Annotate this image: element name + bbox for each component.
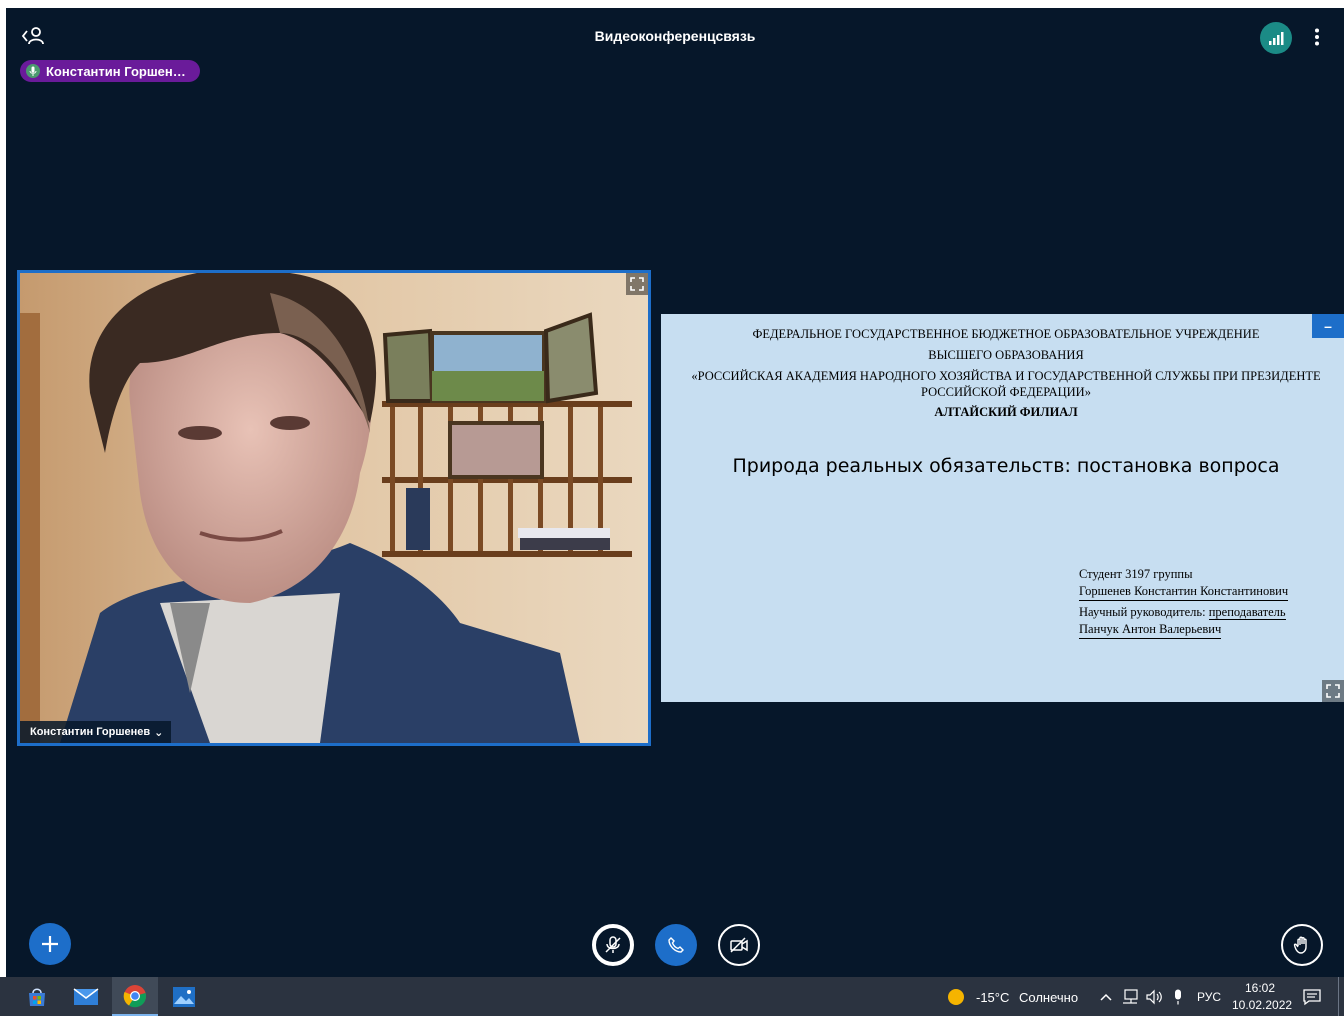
slide-header-line4: АЛТАЙСКИЙ ФИЛИАЛ (934, 405, 1078, 419)
slide-student-group: Студент 3197 группы (1079, 567, 1193, 581)
clock-time[interactable]: 16:02 (1245, 981, 1275, 995)
camera-off-icon (730, 937, 748, 953)
expand-icon (1326, 684, 1340, 698)
share-webcam-button[interactable] (718, 924, 760, 966)
photos-icon (173, 986, 195, 1007)
taskbar-app-photos[interactable] (161, 977, 207, 1016)
show-hidden-icons-button[interactable] (1096, 987, 1116, 1007)
signal-bars-icon (1269, 32, 1284, 45)
taskbar-app-mail[interactable] (63, 977, 109, 1016)
leave-audio-button[interactable] (655, 924, 697, 966)
minimize-presentation-button[interactable]: – (1312, 314, 1344, 338)
sun-icon (948, 989, 964, 1005)
speaker-icon (1146, 989, 1162, 1005)
raise-hand-button[interactable] (1281, 924, 1323, 966)
slide-advisor-title: преподаватель (1208, 605, 1286, 620)
microphone-muted-icon (605, 936, 621, 953)
slide-header-line1: ФЕДЕРАЛЬНОЕ ГОСУДАРСТВЕННОЕ БЮДЖЕТНОЕ ОБ… (752, 327, 1260, 341)
talker-name: Константин Горшен… (46, 63, 186, 79)
slide-advisor-label: Научный руководитель: (1079, 605, 1209, 619)
network-icon (1123, 989, 1138, 1004)
show-desktop-button[interactable] (1338, 977, 1344, 1016)
options-menu-button[interactable] (1306, 24, 1328, 50)
microsoft-store-icon (29, 988, 45, 1006)
action-center-button[interactable] (1302, 987, 1322, 1007)
connection-status-button[interactable] (1260, 22, 1292, 54)
weather-condition[interactable]: Солнечно (1019, 990, 1078, 1005)
input-language[interactable]: РУС (1197, 990, 1221, 1004)
weather-widget-icon[interactable] (946, 987, 966, 1007)
plus-icon (42, 936, 58, 952)
webcam-video-tile[interactable]: Константин Горшенев ⌄ (17, 270, 651, 746)
conference-window: Видеоконференцсвязь Константин Горшен… К… (6, 8, 1344, 977)
minimize-icon: – (1324, 318, 1332, 334)
presentation-area: ФЕДЕРАЛЬНОЕ ГОСУДАРСТВЕННОЕ БЮДЖЕТНОЕ ОБ… (661, 314, 1344, 702)
more-vertical-icon (1315, 28, 1319, 46)
notifications-icon (1303, 989, 1321, 1006)
network-status-button[interactable] (1120, 987, 1140, 1007)
slide-header-line3: «РОССИЙСКАЯ АКАДЕМИЯ НАРОДНОГО ХОЗЯЙСТВА… (691, 369, 1321, 399)
slide-student-name: Горшенев Константин Константинович (1079, 584, 1289, 601)
webcam-feed (20, 273, 648, 743)
chrome-icon (123, 984, 147, 1007)
video-user-name-dropdown[interactable]: Константин Горшенев ⌄ (20, 721, 172, 743)
volume-button[interactable] (1144, 987, 1164, 1007)
video-user-name: Константин Горшенев (30, 726, 151, 738)
slide-advisor: Научный руководитель: преподаватель (1079, 605, 1286, 620)
chevron-up-icon (1100, 993, 1112, 1001)
mute-microphone-button[interactable] (592, 924, 634, 966)
app-title: Видеоконференцсвязь (594, 28, 756, 44)
windows-taskbar: -15°C Солнечно РУС 16:02 10.02.2022 (0, 977, 1344, 1016)
video-fullscreen-button[interactable] (626, 273, 648, 295)
chevron-down-icon: ⌄ (154, 726, 164, 739)
taskbar-app-chrome[interactable] (112, 977, 158, 1016)
presentation-fullscreen-button[interactable] (1322, 680, 1344, 702)
talking-indicator[interactable]: Константин Горшен… (20, 60, 200, 82)
slide-header-line2: ВЫСШЕГО ОБРАЗОВАНИЯ (928, 348, 1084, 362)
slide-topic: Природа реальных обязательств: постановк… (732, 455, 1280, 477)
microphone-icon (26, 64, 40, 78)
slide-advisor-name: Панчук Антон Валерьевич (1079, 622, 1222, 639)
clock-date[interactable]: 10.02.2022 (1232, 998, 1292, 1012)
microphone-in-use-button[interactable] (1168, 987, 1188, 1007)
mail-icon (73, 987, 99, 1005)
presentation-slide: ФЕДЕРАЛЬНОЕ ГОСУДАРСТВЕННОЕ БЮДЖЕТНОЕ ОБ… (661, 314, 1344, 702)
weather-temperature[interactable]: -15°C (976, 990, 1009, 1005)
expand-icon (630, 277, 644, 291)
microphone-icon (1175, 989, 1181, 1005)
phone-icon (668, 937, 684, 953)
raise-hand-icon (1293, 936, 1307, 954)
taskbar-app-store[interactable] (14, 977, 60, 1016)
actions-button[interactable] (29, 923, 71, 965)
